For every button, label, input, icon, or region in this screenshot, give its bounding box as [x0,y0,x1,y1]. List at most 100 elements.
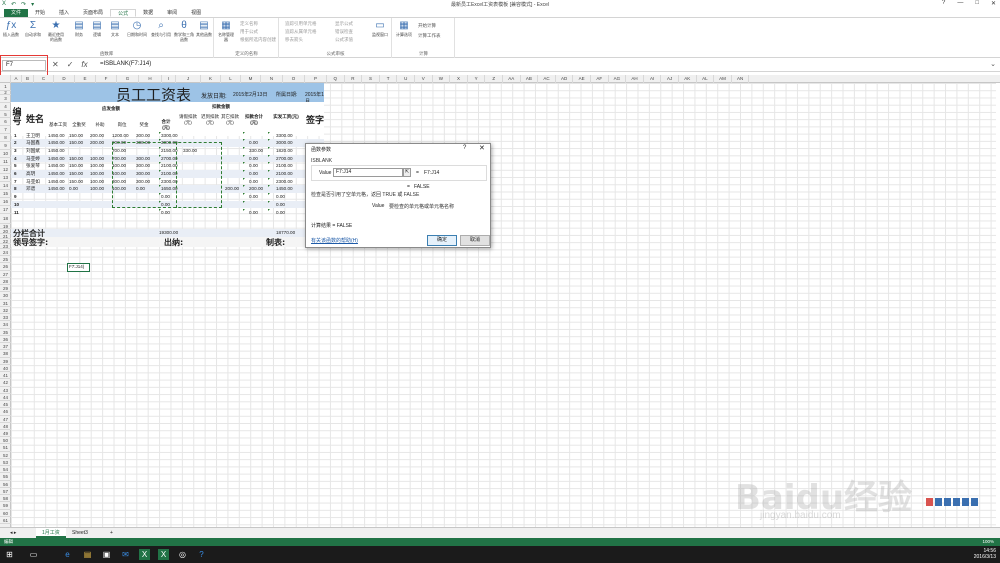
autosum-button[interactable]: Σ 自动求和 [24,20,42,37]
row-header[interactable]: 28 [0,278,11,286]
table-cell[interactable]: 2100.00 [276,162,293,170]
enter-icon[interactable]: ✓ [67,60,74,69]
row-header[interactable]: 33 [0,314,11,322]
remove-arrows-button[interactable]: 移去箭头 [285,37,303,43]
tab-file[interactable]: 文件 [4,9,29,17]
row-header[interactable]: 9 [0,142,11,150]
trace-precedents-button[interactable]: 追踪引用单元格 [285,21,317,27]
table-cell[interactable]: 2300.00 [276,178,293,186]
row-header[interactable]: 60 [0,510,11,517]
employee-name[interactable]: 刘国斌 [26,147,40,155]
trace-dependents-button[interactable]: 追踪从属单元格 [285,29,317,35]
zoom-level[interactable]: 100% [982,539,994,544]
table-cell[interactable]: 2100.00 [276,170,293,178]
column-header[interactable]: K [201,75,221,83]
table-cell[interactable]: 100.00 [90,178,104,186]
table-cell[interactable]: 0.00 [249,155,258,163]
create-from-selection-button[interactable]: 根据所选内容创建 [240,37,276,43]
floating-tool-icon[interactable] [962,498,969,506]
table-cell[interactable]: 0.00 [249,139,258,147]
row-header[interactable]: 54 [0,466,11,474]
row-header[interactable]: 55 [0,473,11,481]
select-all-corner[interactable] [0,75,11,83]
row-number[interactable]: 1 [14,132,17,140]
floating-tool-icon[interactable] [926,498,933,506]
column-header[interactable]: L [221,75,241,83]
floating-tool-icon[interactable] [935,498,942,506]
column-header[interactable]: O [283,75,305,83]
mail-icon[interactable]: ✉ [120,549,131,560]
column-header[interactable]: AI [644,75,662,83]
row-number[interactable]: 7 [14,178,17,186]
row-number[interactable]: 6 [14,170,17,178]
close-icon[interactable]: ✕ [479,144,485,152]
column-header[interactable]: R [345,75,363,83]
tab-page-layout[interactable]: 页面布局 [76,9,110,17]
column-header[interactable]: B [22,75,34,83]
text-button[interactable]: ▤ 文本 [106,20,124,37]
logical-button[interactable]: ▤ 逻辑 [88,20,106,37]
tab-insert[interactable]: 插入 [52,9,76,17]
use-in-formula-button[interactable]: 用于公式 [240,29,258,35]
table-cell[interactable]: 330.00 [249,147,263,155]
table-cell[interactable]: 100.00 [90,162,104,170]
column-header[interactable]: H [139,75,162,83]
column-header[interactable]: AB [521,75,539,83]
column-header[interactable]: E [75,75,96,83]
table-cell[interactable]: 1450.00 [48,170,65,178]
row-header[interactable]: 18 [0,214,11,224]
cancel-icon[interactable]: ✕ [52,60,59,69]
row-header[interactable]: 31 [0,300,11,307]
excel-app-icon[interactable]: X [139,549,150,560]
row-number[interactable]: 10 [14,201,19,209]
lookup-reference-button[interactable]: ⌕ 查找与引用 [150,20,172,37]
calculate-now-button[interactable]: 开始计算 [418,23,436,29]
column-header[interactable]: M [241,75,261,83]
recent-functions-button[interactable]: ★ 最近使用的函数 [47,20,65,42]
insert-function-button[interactable]: ƒx 插入函数 [2,20,20,37]
row-header[interactable]: 49 [0,430,11,438]
row-header[interactable]: 6 [0,118,11,126]
row-header[interactable]: 27 [0,271,11,278]
collapse-dialog-icon[interactable]: ⇱ [403,168,411,177]
table-cell[interactable]: 100.00 [90,170,104,178]
table-cell[interactable]: 1200.00 [112,132,129,140]
column-header[interactable]: F [96,75,117,83]
table-cell[interactable]: 0.00 [276,209,285,217]
employee-name[interactable]: 马国鑫 [26,139,40,147]
cancel-button[interactable]: 取消 [460,235,490,246]
row-number[interactable]: 9 [14,193,17,201]
row-header[interactable]: 56 [0,481,11,488]
column-header[interactable]: C [34,75,54,83]
row-header[interactable]: 14 [0,182,11,190]
table-cell[interactable]: 1450.00 [48,132,65,140]
task-view-icon[interactable]: ▭ [28,549,39,560]
table-cell[interactable]: 0.00 [276,193,285,201]
row-header[interactable]: 10 [0,150,11,158]
row-header[interactable]: 58 [0,495,11,503]
row-header[interactable]: 30 [0,292,11,300]
excel-app-icon-2[interactable]: X [158,549,169,560]
column-header[interactable]: T [380,75,398,83]
tab-review[interactable]: 审阅 [160,9,184,17]
table-cell[interactable]: 0.00 [276,201,285,209]
column-header[interactable]: AG [609,75,627,83]
date-time-button[interactable]: ◷ 日期和时间 [126,20,148,37]
financial-button[interactable]: ▤ 财务 [70,20,88,37]
row-header[interactable]: 61 [0,517,11,525]
column-header[interactable]: AJ [661,75,679,83]
table-cell[interactable]: 1450.00 [48,162,65,170]
row-number[interactable]: 11 [14,209,19,217]
column-header[interactable]: U [397,75,415,83]
row-header[interactable]: 13 [0,174,11,182]
row-header[interactable]: 11 [0,158,11,166]
employee-name[interactable]: 高玥 [26,170,35,178]
table-cell[interactable]: 150.00 [69,155,83,163]
sheet-tab-jan-salary[interactable]: 1月工资 [36,528,66,538]
table-cell[interactable]: 1450.00 [48,178,65,186]
row-number[interactable]: 8 [14,185,17,193]
table-cell[interactable]: 200.00 [90,132,104,140]
employee-name[interactable]: 邓谱 [26,185,35,193]
active-cell-editor[interactable]: F7:J14) [67,263,90,272]
row-header[interactable]: 8 [0,134,11,142]
